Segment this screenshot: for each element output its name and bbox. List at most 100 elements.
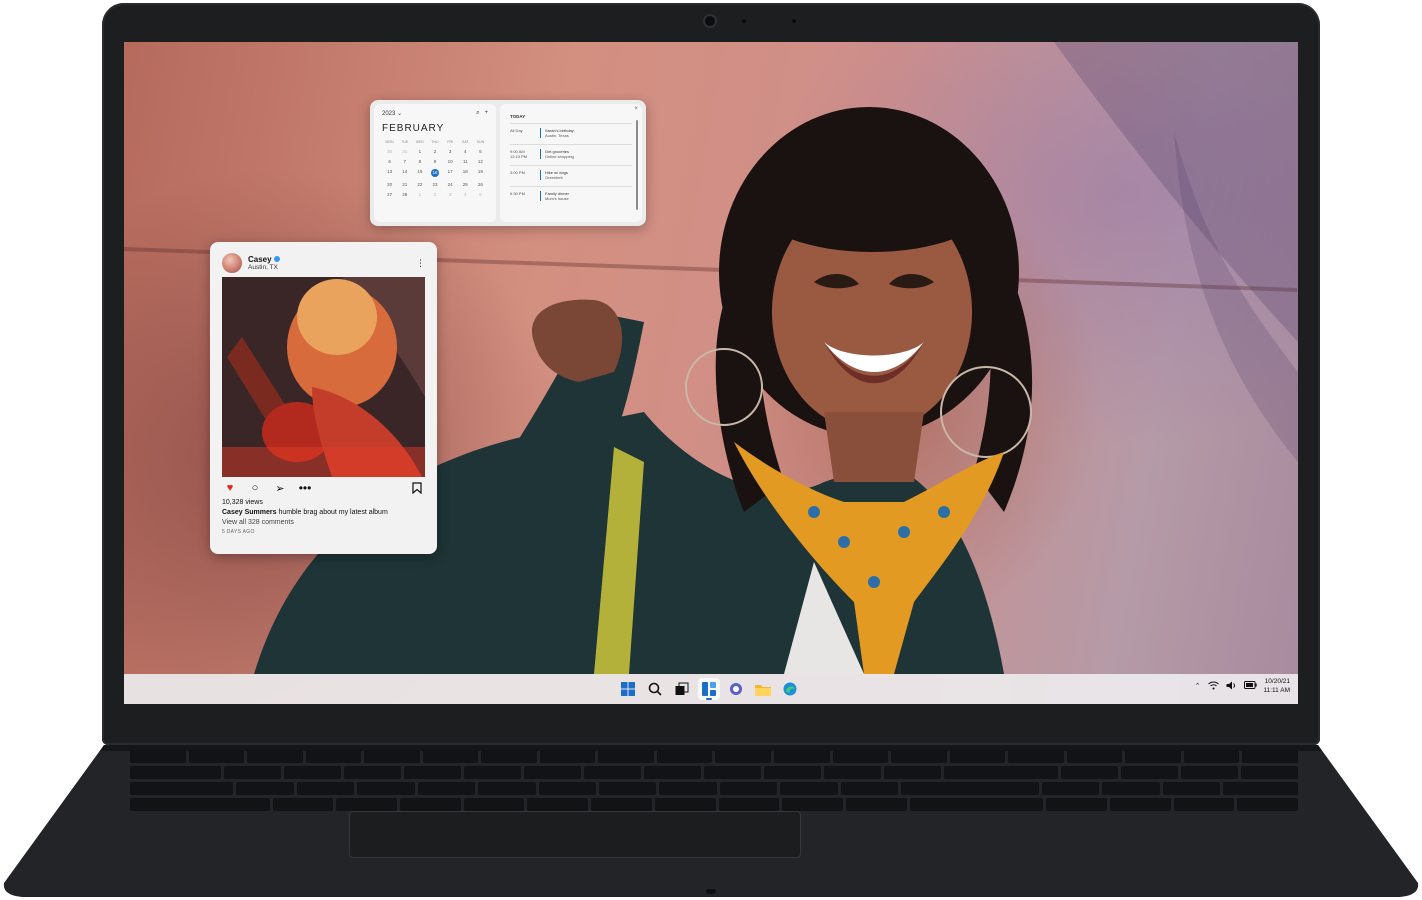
- calendar-day[interactable]: 6: [382, 159, 397, 164]
- keyboard-key: [718, 798, 780, 811]
- taskbar-clock[interactable]: 10/20/21 11:11 AM: [1264, 677, 1291, 695]
- event-location: Austin, Texas: [545, 133, 569, 138]
- heart-icon[interactable]: ♥: [222, 481, 238, 495]
- calendar-day[interactable]: 20: [382, 182, 397, 187]
- agenda-scrollbar[interactable]: [636, 120, 638, 210]
- keyboard-key: [1008, 750, 1064, 763]
- keyboard-key: [336, 798, 398, 811]
- calendar-day[interactable]: 21: [397, 182, 412, 187]
- event-details: Sarah's birthday Austin, Texas: [540, 128, 574, 138]
- social-post-card[interactable]: Casey Austin, TX ⋮ ♥ ○ ➢ ••• 10,328 view…: [210, 242, 437, 554]
- chat-button[interactable]: [725, 678, 747, 700]
- calendar-month-view: 2023 ⌄ ⌕ + FEBRUARY MON TUE WED THU FRI SAT SU…: [374, 104, 496, 222]
- close-icon[interactable]: ×: [634, 106, 638, 112]
- keyboard-key: [719, 782, 778, 795]
- calendar-day[interactable]: 4: [458, 192, 473, 197]
- calendar-day[interactable]: 27: [382, 192, 397, 197]
- calendar-day[interactable]: 22: [412, 182, 427, 187]
- calendar-day[interactable]: 14: [397, 169, 412, 177]
- calendar-day[interactable]: 16: [427, 169, 442, 177]
- calendar-day[interactable]: 30: [382, 149, 397, 154]
- keyboard-key: [1240, 766, 1298, 779]
- keyboard-key: [764, 766, 822, 779]
- battery-icon[interactable]: [1243, 681, 1257, 691]
- view-comments-link[interactable]: View all 328 comments: [222, 519, 425, 526]
- post-photo[interactable]: [222, 277, 425, 477]
- calendar-day[interactable]: 26: [473, 182, 488, 187]
- calendar-day[interactable]: 13: [382, 169, 397, 177]
- share-icon[interactable]: ➢: [272, 481, 288, 495]
- post-username[interactable]: Casey: [248, 255, 280, 264]
- agenda-event[interactable]: All Day Sarah's birthday Austin, Texas: [510, 123, 632, 144]
- weekday-label: SAT: [461, 140, 469, 144]
- search-icon[interactable]: ⌕: [476, 110, 479, 116]
- keyboard-key: [1109, 798, 1171, 811]
- calendar-day[interactable]: 12: [473, 159, 488, 164]
- calendar-day[interactable]: 10: [443, 159, 458, 164]
- calendar-day[interactable]: 5: [473, 192, 488, 197]
- keyboard-key: [538, 782, 597, 795]
- caption-username[interactable]: Casey Summers: [222, 509, 276, 516]
- calendar-day[interactable]: 3: [443, 149, 458, 154]
- calendar-day[interactable]: 17: [443, 169, 458, 177]
- calendar-day[interactable]: 1: [412, 192, 427, 197]
- keyboard-key: [704, 766, 762, 779]
- keyboard-key: [949, 750, 1006, 763]
- agenda-event[interactable]: 9:00 AM 12:15 PM Get groceries Online shop…: [510, 144, 632, 165]
- agenda-event[interactable]: 6:30 PM Family dinner Mom's house: [510, 186, 632, 207]
- keyboard-key: [656, 750, 713, 763]
- chat-icon: [730, 683, 742, 695]
- widgets-button[interactable]: [698, 678, 720, 700]
- calendar-day[interactable]: 2: [427, 149, 442, 154]
- start-button[interactable]: [617, 678, 639, 700]
- calendar-year-selector[interactable]: 2023 ⌄: [382, 110, 402, 117]
- event-time: 3:00 PM: [510, 170, 525, 175]
- agenda-event[interactable]: 3:00 PM Hike w/ dogs Greenbelt: [510, 165, 632, 186]
- calendar-day[interactable]: 2: [427, 192, 442, 197]
- lid-notch: [706, 889, 716, 894]
- keyboard-key: [644, 766, 702, 779]
- calendar-day[interactable]: 4: [458, 149, 473, 154]
- chevron-up-icon[interactable]: ⌃: [1195, 682, 1201, 690]
- calendar-day[interactable]: 31: [397, 149, 412, 154]
- keyboard-key: [539, 750, 596, 763]
- comment-icon[interactable]: ○: [247, 481, 263, 495]
- add-event-icon[interactable]: +: [484, 110, 488, 116]
- search-button[interactable]: [644, 678, 666, 700]
- task-view-button[interactable]: [671, 678, 693, 700]
- keyboard-key: [1125, 750, 1181, 763]
- calendar-day[interactable]: 18: [458, 169, 473, 177]
- search-icon: [648, 682, 662, 696]
- bookmark-icon[interactable]: [409, 481, 425, 495]
- keyboard-key: [400, 798, 461, 811]
- more-horizontal-icon[interactable]: •••: [297, 481, 313, 495]
- calendar-day[interactable]: 24: [443, 182, 458, 187]
- keyboard-key: [654, 798, 716, 811]
- event-time: 9:00 AM 12:15 PM: [510, 149, 528, 159]
- calendar-day[interactable]: 9: [427, 159, 442, 164]
- calendar-day[interactable]: 1: [412, 149, 427, 154]
- calendar-widget[interactable]: 2023 ⌄ ⌕ + FEBRUARY MON TUE WED THU FRI SAT SU…: [370, 100, 646, 226]
- volume-icon[interactable]: [1226, 681, 1237, 692]
- calendar-day[interactable]: 8: [412, 159, 427, 164]
- avatar[interactable]: [222, 253, 242, 273]
- keyboard-key: [774, 750, 830, 763]
- calendar-day[interactable]: 3: [443, 192, 458, 197]
- wifi-icon[interactable]: [1207, 680, 1219, 692]
- calendar-day[interactable]: 11: [458, 159, 473, 164]
- calendar-day[interactable]: 23: [427, 182, 442, 187]
- edge-browser-button[interactable]: [779, 678, 801, 700]
- keyboard-key: [715, 750, 772, 763]
- more-options-icon[interactable]: ⋮: [416, 258, 425, 269]
- keyboard-key: [284, 766, 342, 779]
- calendar-agenda: × TODAY All Day Sarah's birthday Austin, T…: [500, 104, 642, 222]
- calendar-day[interactable]: 15: [412, 169, 427, 177]
- calendar-day[interactable]: 7: [397, 159, 412, 164]
- calendar-day-grid[interactable]: MON TUE WED THU FRI SAT SUN 30 31 1 2 3 4 5 6 7 8 9 10 11 12…: [382, 140, 488, 197]
- calendar-day[interactable]: 25: [458, 182, 473, 187]
- calendar-day[interactable]: 19: [473, 169, 488, 177]
- calendar-day[interactable]: 28: [397, 192, 412, 197]
- keyboard-key: [272, 798, 334, 811]
- calendar-day[interactable]: 5: [473, 149, 488, 154]
- file-explorer-button[interactable]: [752, 678, 774, 700]
